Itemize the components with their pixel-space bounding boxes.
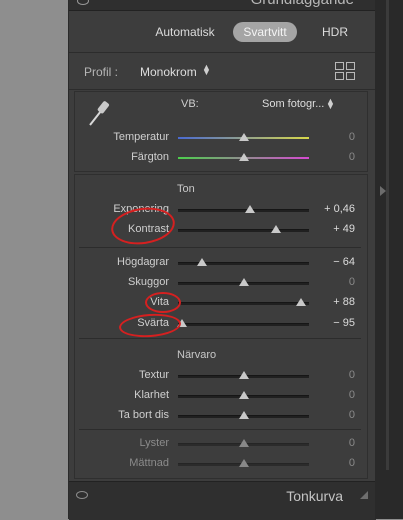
- eye-icon[interactable]: [76, 491, 88, 499]
- dehaze-value[interactable]: 0: [313, 409, 355, 421]
- tone-curve-title: Tonkurva: [286, 488, 343, 504]
- panel-title: Grundläggande: [251, 0, 354, 8]
- dehaze-label: Ta bort dis: [118, 409, 169, 421]
- highlights-slider-thumb[interactable]: [196, 258, 207, 266]
- tab-automatisk[interactable]: Automatisk: [145, 22, 225, 42]
- vibrance-label: Lyster: [139, 437, 169, 449]
- temperature-slider-thumb[interactable]: [238, 133, 249, 141]
- contrast-slider-thumb[interactable]: [271, 225, 282, 233]
- clarity-value[interactable]: 0: [313, 389, 355, 401]
- contrast-value[interactable]: + 49: [313, 223, 355, 235]
- exposure-slider-thumb[interactable]: [245, 205, 256, 213]
- collapse-triangle-icon[interactable]: [360, 491, 368, 499]
- eye-icon[interactable]: [77, 0, 89, 5]
- texture-value[interactable]: 0: [313, 369, 355, 381]
- wb-updown-icon[interactable]: ▲ ▼: [326, 97, 335, 111]
- whites-slider-thumb[interactable]: [296, 298, 307, 306]
- temperature-value[interactable]: 0: [313, 131, 355, 143]
- left-background: [0, 0, 68, 519]
- blacks-slider-track[interactable]: [178, 323, 309, 326]
- wb-dropdown[interactable]: Som fotogr...: [262, 98, 324, 110]
- tone-title: Ton: [177, 183, 195, 195]
- clarity-slider-thumb[interactable]: [238, 391, 249, 399]
- whites-slider-track[interactable]: [178, 302, 309, 305]
- profile-row: Profil : Monokrom ▲ ▼: [69, 52, 376, 90]
- vibrance-value[interactable]: 0: [313, 437, 355, 449]
- scrollbar[interactable]: [386, 0, 389, 470]
- tone-divider: [79, 247, 361, 248]
- saturation-label: Mättnad: [129, 457, 169, 469]
- texture-label: Textur: [139, 369, 169, 381]
- exposure-slider-track[interactable]: [178, 209, 309, 212]
- right-panel-strip: [375, 0, 403, 519]
- color-divider: [79, 429, 361, 430]
- profile-dropdown[interactable]: Monokrom: [140, 65, 197, 79]
- highlights-label: Högdagrar: [117, 256, 169, 268]
- eyedropper-icon[interactable]: [86, 97, 114, 127]
- clarity-label: Klarhet: [134, 389, 169, 401]
- blacks-value[interactable]: − 95: [313, 317, 355, 329]
- profile-browser-grid-icon[interactable]: [335, 62, 355, 80]
- shadows-value[interactable]: 0: [313, 276, 355, 288]
- tab-hdr[interactable]: HDR: [313, 22, 357, 42]
- wb-label: VB:: [181, 98, 199, 110]
- temperature-label: Temperatur: [113, 131, 169, 143]
- vibrance-slider-thumb[interactable]: [238, 439, 249, 447]
- saturation-value[interactable]: 0: [313, 457, 355, 469]
- contrast-slider-track[interactable]: [178, 229, 309, 232]
- tint-slider-thumb[interactable]: [238, 153, 249, 161]
- whites-value[interactable]: + 88: [313, 296, 355, 308]
- panel-header[interactable]: Grundläggande: [69, 0, 376, 11]
- tint-value[interactable]: 0: [313, 151, 355, 163]
- profile-label: Profil :: [84, 65, 119, 79]
- annotation-circle-whites: [145, 292, 181, 313]
- shadows-label: Skuggor: [128, 276, 169, 288]
- shadows-slider-thumb[interactable]: [238, 278, 249, 286]
- tab-svartvitt[interactable]: Svartvitt: [233, 22, 297, 42]
- presence-title: Närvaro: [177, 349, 217, 361]
- tone-curve-header[interactable]: Tonkurva: [69, 481, 376, 520]
- highlights-value[interactable]: − 64: [313, 256, 355, 268]
- dehaze-slider-thumb[interactable]: [238, 411, 249, 419]
- updown-arrows-icon[interactable]: ▲ ▼: [202, 63, 211, 77]
- presence-divider: [79, 338, 361, 339]
- texture-slider-thumb[interactable]: [238, 371, 249, 379]
- saturation-slider-thumb[interactable]: [238, 459, 249, 467]
- tint-label: Färgton: [131, 151, 169, 163]
- exposure-value[interactable]: + 0,46: [313, 203, 355, 215]
- basic-panel: Grundläggande Automatisk Svartvitt HDR P…: [68, 0, 376, 520]
